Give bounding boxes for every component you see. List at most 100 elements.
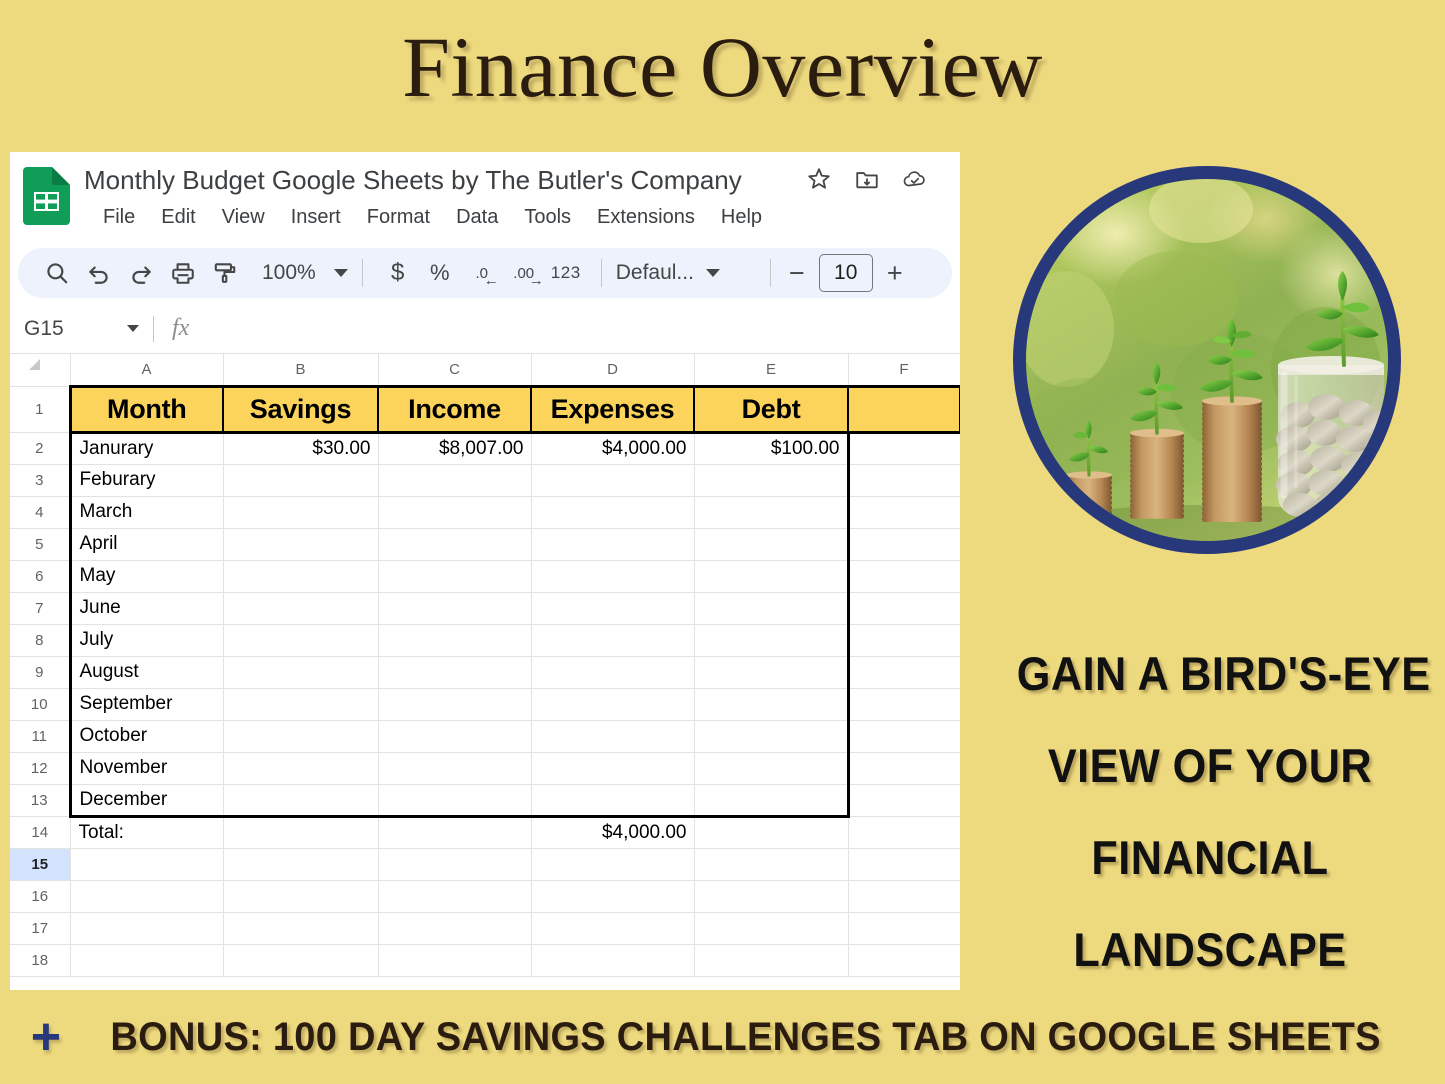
cell-f4[interactable]: [848, 496, 960, 529]
cell-a6[interactable]: May: [68, 560, 224, 593]
menu-file[interactable]: File: [90, 202, 148, 232]
cell-b3[interactable]: [223, 464, 379, 497]
menu-extensions[interactable]: Extensions: [584, 202, 708, 232]
cell-a17[interactable]: [70, 912, 224, 945]
cell-e1-debt[interactable]: Debt: [694, 384, 849, 434]
cell-f15[interactable]: [848, 848, 960, 881]
font-family-dropdown[interactable]: Defaul...: [616, 261, 756, 285]
number-format-button[interactable]: 123: [545, 252, 587, 294]
cell-a16[interactable]: [70, 880, 224, 913]
cell-d4[interactable]: [531, 496, 695, 529]
cell-b14[interactable]: [223, 816, 379, 849]
cell-f1[interactable]: [848, 384, 960, 434]
font-size-input[interactable]: 10: [818, 254, 873, 292]
cell-b13[interactable]: [223, 784, 379, 818]
menu-help[interactable]: Help: [708, 202, 775, 232]
cell-f14[interactable]: [848, 816, 960, 849]
cell-e12[interactable]: [694, 752, 850, 785]
cell-a8[interactable]: July: [68, 624, 224, 657]
cell-b10[interactable]: [223, 688, 379, 721]
cell-d12[interactable]: [531, 752, 695, 785]
function-icon[interactable]: fx: [154, 315, 205, 342]
cell-e2[interactable]: $100.00: [694, 432, 850, 465]
cell-a5[interactable]: April: [68, 528, 224, 561]
row-header-16[interactable]: 16: [10, 880, 71, 913]
cell-d8[interactable]: [531, 624, 695, 657]
cell-f2[interactable]: [848, 432, 960, 465]
cell-d11[interactable]: [531, 720, 695, 753]
column-header-b[interactable]: B: [223, 354, 379, 387]
column-header-d[interactable]: D: [531, 354, 695, 387]
column-header-a[interactable]: A: [70, 354, 224, 387]
cell-a4[interactable]: March: [68, 496, 224, 529]
star-icon[interactable]: [806, 166, 832, 192]
cell-e11[interactable]: [694, 720, 850, 753]
cell-b4[interactable]: [223, 496, 379, 529]
cell-d14-total-value[interactable]: $4,000.00: [531, 816, 695, 849]
cell-f12[interactable]: [848, 752, 960, 785]
redo-icon[interactable]: [120, 252, 162, 294]
cell-f8[interactable]: [848, 624, 960, 657]
menu-edit[interactable]: Edit: [148, 202, 208, 232]
undo-icon[interactable]: [78, 252, 120, 294]
cell-c2[interactable]: $8,007.00: [378, 432, 532, 465]
zoom-level-dropdown[interactable]: 100%: [246, 261, 348, 285]
cell-b17[interactable]: [223, 912, 379, 945]
cell-e6[interactable]: [694, 560, 850, 593]
cell-e18[interactable]: [694, 944, 849, 977]
cell-b11[interactable]: [223, 720, 379, 753]
currency-format-button[interactable]: $: [377, 252, 419, 294]
cell-e10[interactable]: [694, 688, 850, 721]
cell-a12[interactable]: November: [68, 752, 224, 785]
cell-b15[interactable]: [223, 848, 379, 881]
cell-a2[interactable]: Janurary: [68, 432, 224, 465]
cell-c13[interactable]: [378, 784, 532, 818]
column-header-e[interactable]: E: [694, 354, 849, 387]
row-header-3[interactable]: 3: [10, 464, 71, 497]
cell-f13[interactable]: [848, 784, 960, 817]
menu-format[interactable]: Format: [354, 202, 443, 232]
cell-c18[interactable]: [378, 944, 532, 977]
cell-b5[interactable]: [223, 528, 379, 561]
cell-b18[interactable]: [223, 944, 379, 977]
cell-c1-income[interactable]: Income: [378, 384, 532, 434]
cell-c14[interactable]: [378, 816, 532, 849]
formula-input[interactable]: [205, 304, 960, 353]
cell-d18[interactable]: [531, 944, 695, 977]
cell-b9[interactable]: [223, 656, 379, 689]
row-header-6[interactable]: 6: [10, 560, 71, 593]
move-to-folder-icon[interactable]: [854, 166, 880, 192]
cloud-saved-icon[interactable]: [902, 166, 928, 192]
menu-view[interactable]: View: [209, 202, 278, 232]
cell-f3[interactable]: [848, 464, 960, 497]
cell-d13[interactable]: [531, 784, 695, 818]
cell-b8[interactable]: [223, 624, 379, 657]
cell-f10[interactable]: [848, 688, 960, 721]
menu-data[interactable]: Data: [443, 202, 511, 232]
row-header-18[interactable]: 18: [10, 944, 71, 977]
cell-f6[interactable]: [848, 560, 960, 593]
cell-d9[interactable]: [531, 656, 695, 689]
percent-format-button[interactable]: %: [419, 252, 461, 294]
cell-b16[interactable]: [223, 880, 379, 913]
cell-c10[interactable]: [378, 688, 532, 721]
cell-c12[interactable]: [378, 752, 532, 785]
cell-b1-savings[interactable]: Savings: [223, 384, 379, 434]
menu-tools[interactable]: Tools: [511, 202, 584, 232]
cell-c11[interactable]: [378, 720, 532, 753]
search-icon[interactable]: [36, 252, 78, 294]
cell-c8[interactable]: [378, 624, 532, 657]
cell-a15[interactable]: [70, 848, 224, 881]
cell-b7[interactable]: [223, 592, 379, 625]
column-header-f[interactable]: F: [848, 354, 960, 387]
cell-a14-total-label[interactable]: Total:: [70, 816, 224, 849]
row-header-2[interactable]: 2: [10, 432, 71, 465]
cell-b2[interactable]: $30.00: [223, 432, 379, 465]
cell-e5[interactable]: [694, 528, 850, 561]
cell-c16[interactable]: [378, 880, 532, 913]
cell-a11[interactable]: October: [68, 720, 224, 753]
cell-f9[interactable]: [848, 656, 960, 689]
document-title[interactable]: Monthly Budget Google Sheets by The Butl…: [84, 159, 742, 201]
row-header-5[interactable]: 5: [10, 528, 71, 561]
cell-f17[interactable]: [848, 912, 960, 945]
